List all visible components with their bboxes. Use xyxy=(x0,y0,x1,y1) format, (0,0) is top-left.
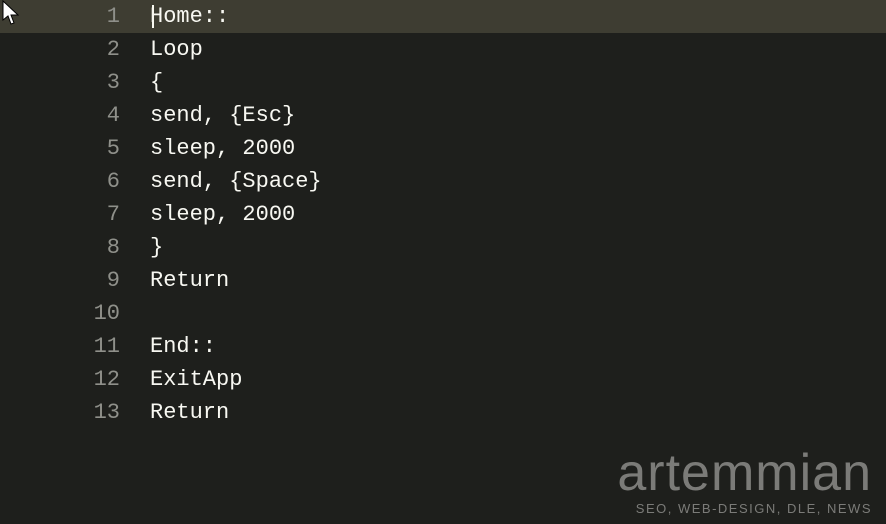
code-line[interactable]: 13 Return xyxy=(0,396,886,429)
line-number: 1 xyxy=(0,0,150,33)
code-line[interactable]: 3 { xyxy=(0,66,886,99)
code-text[interactable]: sleep, 2000 xyxy=(150,198,886,231)
code-line[interactable]: 6 send, {Space} xyxy=(0,165,886,198)
code-line[interactable]: 4 send, {Esc} xyxy=(0,99,886,132)
watermark: artemmian SEO, WEB-DESIGN, DLE, NEWS xyxy=(617,447,872,516)
watermark-tagline: SEO, WEB-DESIGN, DLE, NEWS xyxy=(617,501,872,516)
code-line[interactable]: 12 ExitApp xyxy=(0,363,886,396)
line-number: 7 xyxy=(0,198,150,231)
code-text[interactable]: Return xyxy=(150,264,886,297)
code-text[interactable]: { xyxy=(150,66,886,99)
line-number: 5 xyxy=(0,132,150,165)
line-number: 13 xyxy=(0,396,150,429)
code-line[interactable]: 2 Loop xyxy=(0,33,886,66)
code-text[interactable]: End:: xyxy=(150,330,886,363)
code-line[interactable]: 7 sleep, 2000 xyxy=(0,198,886,231)
code-text[interactable]: } xyxy=(150,231,886,264)
code-text[interactable]: ExitApp xyxy=(150,363,886,396)
watermark-brand: artemmian xyxy=(617,447,872,499)
line-number: 11 xyxy=(0,330,150,363)
line-number: 8 xyxy=(0,231,150,264)
code-line[interactable]: 10 xyxy=(0,297,886,330)
code-line[interactable]: 5 sleep, 2000 xyxy=(0,132,886,165)
code-line[interactable]: 8 } xyxy=(0,231,886,264)
line-number: 4 xyxy=(0,99,150,132)
code-line[interactable]: 11 End:: xyxy=(0,330,886,363)
code-text[interactable]: sleep, 2000 xyxy=(150,132,886,165)
code-text[interactable]: Loop xyxy=(150,33,886,66)
line-number: 2 xyxy=(0,33,150,66)
code-line[interactable]: 1 Home:: xyxy=(0,0,886,33)
code-line[interactable]: 9 Return xyxy=(0,264,886,297)
code-text[interactable]: Home:: xyxy=(150,0,886,33)
line-number: 10 xyxy=(0,297,150,330)
code-text[interactable]: send, {Esc} xyxy=(150,99,886,132)
line-number: 3 xyxy=(0,66,150,99)
line-number: 9 xyxy=(0,264,150,297)
code-text[interactable]: send, {Space} xyxy=(150,165,886,198)
line-number: 6 xyxy=(0,165,150,198)
code-text[interactable]: Return xyxy=(150,396,886,429)
code-text[interactable] xyxy=(150,297,886,330)
line-number: 12 xyxy=(0,363,150,396)
